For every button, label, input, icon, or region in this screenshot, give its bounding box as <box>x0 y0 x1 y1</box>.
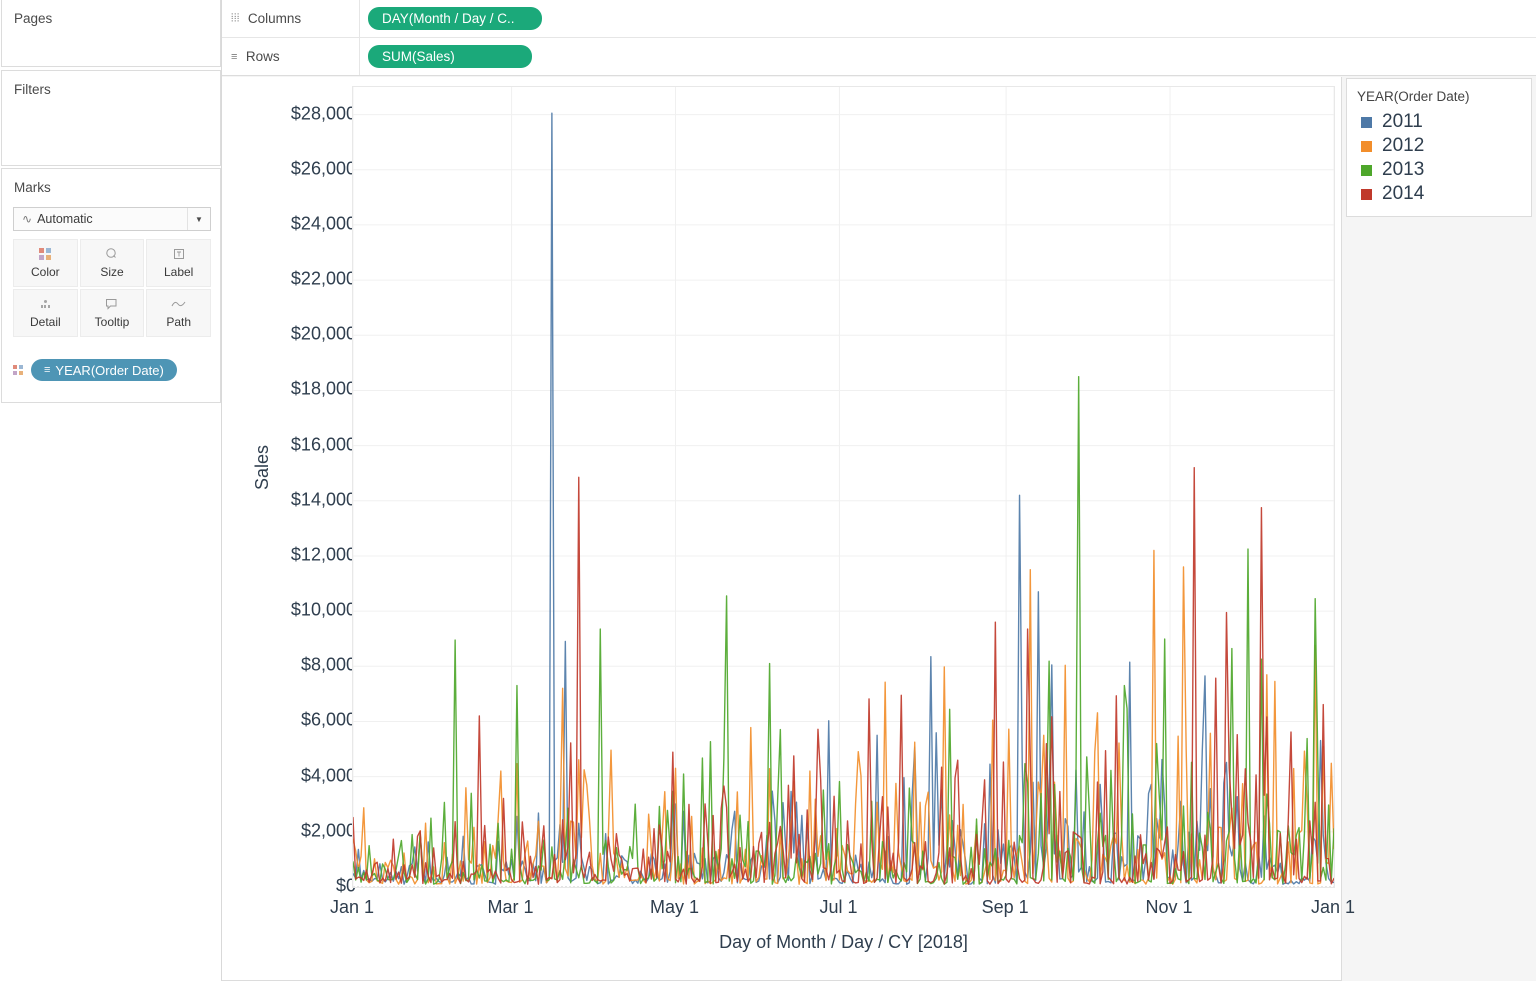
y-axis-tick-labels: $28,000 $26,000 $24,000 $22,000 $20,000 $18,0… <box>258 77 362 981</box>
tooltip-button-label: Tooltip <box>94 315 130 329</box>
legend-item[interactable]: 2013 <box>1347 158 1531 182</box>
y-tick-label: $10,000 <box>290 599 356 620</box>
rows-icon: ≡ <box>231 50 238 63</box>
size-icon <box>105 247 118 260</box>
legend-swatch <box>1361 116 1372 128</box>
detail-button-label: Detail <box>29 315 61 329</box>
legend-title: YEAR(Order Date) <box>1357 89 1470 104</box>
pages-label: Pages <box>14 11 53 26</box>
detail-button[interactable]: Detail <box>13 289 78 337</box>
legend-item-label: 2013 <box>1382 159 1425 180</box>
rows-pill-sum-sales[interactable]: SUM(Sales) <box>368 45 532 68</box>
size-button[interactable]: Size <box>79 239 145 287</box>
y-tick-label: $18,000 <box>290 378 356 399</box>
legend-items: 2011 2012 2013 2014 <box>1347 110 1531 206</box>
legend-swatch <box>1361 188 1372 200</box>
pages-shelf[interactable]: Pages <box>1 0 221 67</box>
rows-shelf-content[interactable]: SUM(Sales) <box>360 38 1536 75</box>
marks-card: Marks ∿ Automatic ▼ Color Size Label Det… <box>1 168 221 403</box>
legend-swatch <box>1361 164 1372 176</box>
y-tick-label: $12,000 <box>290 544 356 565</box>
y-tick-label: $4,000 <box>300 765 356 786</box>
columns-shelf[interactable]: ⦙⦙⦙ Columns DAY(Month / Day / C.. <box>222 0 1536 38</box>
filters-label: Filters <box>14 82 51 97</box>
columns-shelf-content[interactable]: DAY(Month / Day / C.. <box>360 0 1536 37</box>
path-icon <box>171 297 186 310</box>
color-button-label: Color <box>30 265 60 279</box>
detail-icon <box>40 297 50 310</box>
tooltip-button[interactable]: Tooltip <box>79 289 145 337</box>
columns-icon: ⦙⦙⦙ <box>231 12 240 24</box>
x-tick-label: May 1 <box>650 897 700 917</box>
rows-label-text: Rows <box>245 49 280 64</box>
y-tick-label: $16,000 <box>290 434 356 455</box>
automatic-mark-icon: ∿ <box>22 212 33 226</box>
marks-year-pill[interactable]: ≡ YEAR(Order Date) <box>31 359 177 381</box>
series-line-2012[interactable] <box>353 549 1334 885</box>
legend-item-label: 2011 <box>1382 111 1423 132</box>
y-tick-label: $24,000 <box>290 213 356 234</box>
x-axis-tick-labels: Jan 1 Mar 1 May 1 Jul 1 Sep 1 Nov 1 Jan 1 <box>330 897 1355 931</box>
x-tick-label: Nov 1 <box>1145 897 1193 917</box>
label-button-label: Label <box>163 265 194 279</box>
color-button[interactable]: Color <box>13 239 78 287</box>
worksheet-view: Sales $28,000 $26,000 $24,000 $22,000 $20,00… <box>222 77 1355 981</box>
legend-swatch <box>1361 140 1372 152</box>
plot-area[interactable] <box>352 86 1335 888</box>
path-button[interactable]: Path <box>146 289 211 337</box>
rows-pill-label: SUM(Sales) <box>382 49 455 64</box>
y-tick-label: $2,000 <box>300 820 356 841</box>
label-button[interactable]: Label <box>146 239 211 287</box>
y-tick-label: $22,000 <box>290 268 356 289</box>
columns-label-text: Columns <box>247 11 302 26</box>
path-button-label: Path <box>166 315 191 329</box>
tableau-worksheet: Pages Filters Marks ∿ Automatic ▼ Color <box>0 0 1536 981</box>
mark-type-value: Automatic <box>37 212 93 226</box>
legend-item-label: 2012 <box>1382 135 1425 156</box>
y-tick-label: $20,000 <box>290 323 356 344</box>
legend-item[interactable]: 2012 <box>1347 134 1531 158</box>
rows-shelf[interactable]: ≡ Rows SUM(Sales) <box>222 38 1536 76</box>
label-icon <box>173 247 185 260</box>
x-tick-label: Sep 1 <box>981 897 1029 917</box>
series-line-2014[interactable] <box>353 466 1334 885</box>
y-tick-label: $6,000 <box>300 709 356 730</box>
y-tick-label: $14,000 <box>290 489 356 510</box>
y-tick-label: $26,000 <box>290 158 356 179</box>
rows-shelf-label: ≡ Rows <box>222 38 360 75</box>
x-axis-title: Day of Month / Day / CY [2018] <box>719 932 968 952</box>
filters-shelf[interactable]: Filters <box>1 70 221 166</box>
legend-item[interactable]: 2014 <box>1347 182 1531 206</box>
x-tick-label: Jul 1 <box>819 897 858 917</box>
legend-item[interactable]: 2011 <box>1347 110 1531 134</box>
discrete-field-icon: ≡ <box>44 364 51 376</box>
marks-color-encoding-row: ≡ YEAR(Order Date) <box>13 359 177 381</box>
chevron-down-icon[interactable]: ▼ <box>187 208 210 230</box>
x-tick-label: Mar 1 <box>487 897 534 917</box>
y-tick-label: $8,000 <box>300 654 356 675</box>
columns-shelf-label: ⦙⦙⦙ Columns <box>222 0 360 37</box>
columns-pill-label: DAY(Month / Day / C.. <box>382 11 515 26</box>
marks-label: Marks <box>14 180 51 195</box>
y-tick-label: $28,000 <box>290 103 356 124</box>
legend-item-label: 2014 <box>1382 183 1425 204</box>
line-chart[interactable]: Sales $28,000 $26,000 $24,000 $22,000 $20,00… <box>222 77 1355 981</box>
columns-pill-day[interactable]: DAY(Month / Day / C.. <box>368 7 542 30</box>
chart-svg <box>353 87 1334 887</box>
x-tick-label: Jan 1 <box>329 897 375 917</box>
color-dots-icon <box>39 247 52 260</box>
size-button-label: Size <box>100 265 124 279</box>
color-legend: YEAR(Order Date) 2011 2012 2013 2014 <box>1346 78 1532 217</box>
left-shelf-panel: Pages Filters Marks ∿ Automatic ▼ Color <box>0 0 222 981</box>
x-tick-label: Jan 1 <box>1310 897 1356 917</box>
color-dots-icon <box>13 365 23 375</box>
mark-type-dropdown[interactable]: ∿ Automatic ▼ <box>13 207 211 231</box>
marks-year-pill-label: YEAR(Order Date) <box>55 362 164 378</box>
marks-buttons-grid: Color Size Label Detail Tooltip Path <box>13 239 211 337</box>
tooltip-icon <box>105 297 118 310</box>
